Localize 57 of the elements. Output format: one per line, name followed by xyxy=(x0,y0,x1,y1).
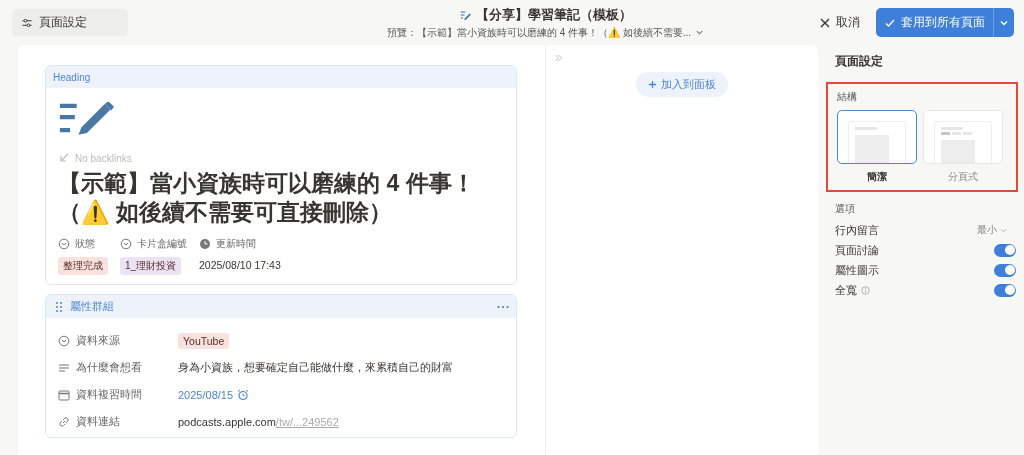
property-name: 為什麼會想看 xyxy=(76,360,142,375)
add-to-panel-button[interactable]: 加入到面板 xyxy=(636,72,728,97)
section-label: 選項 xyxy=(835,202,856,216)
property-name: 資料連結 xyxy=(76,414,120,429)
option-dropdown[interactable]: 最小 xyxy=(977,223,1008,237)
property-tag: 1_理財投資 xyxy=(120,257,182,275)
sliders-icon xyxy=(21,16,33,29)
preview-label: 預覽： xyxy=(386,25,417,40)
section-label: 結構 xyxy=(837,90,858,104)
text-lines-icon xyxy=(58,361,70,374)
property-value: 身為小資族，想要確定自己能做什麼，來累積自己的財富 xyxy=(178,360,453,375)
panel-title: 頁面設定 xyxy=(835,53,884,70)
select-icon xyxy=(120,238,132,250)
link-icon xyxy=(58,415,70,428)
option-label: 屬性圖示 xyxy=(835,262,879,278)
template-title: 【分享】學習筆記（模板） xyxy=(475,5,632,24)
preview-dropdown[interactable]: 【示範】當小資族時可以磨練的 4 件事！（⚠ 如後續不需要... xyxy=(416,25,705,40)
property-name: 資料複習時間 xyxy=(76,387,142,402)
layout-label: 分頁式 xyxy=(948,170,978,184)
group-title: 屬性群組 xyxy=(70,299,115,314)
option-label: 行內留言 xyxy=(835,222,879,238)
toggle-switch[interactable] xyxy=(994,263,1016,277)
drag-handle-icon[interactable] xyxy=(53,300,65,313)
property-tag: YouTube xyxy=(178,332,230,349)
calendar-icon xyxy=(58,388,70,401)
clock-icon xyxy=(199,238,211,250)
chevron-down-icon xyxy=(695,28,705,37)
property-value: 2025/08/10 17:43 xyxy=(199,258,281,271)
property-name: 資料來源 xyxy=(76,333,120,348)
page-title: 【示範】當小資族時可以磨練的 4 件事！ xyxy=(58,169,475,198)
info-icon[interactable] xyxy=(861,285,870,295)
property-name: 狀態 xyxy=(75,237,95,251)
plus-icon xyxy=(648,80,657,89)
property-tag: 整理完成 xyxy=(58,257,108,275)
arrow-down-left-icon xyxy=(58,152,70,164)
date-value[interactable]: 2025/08/15 xyxy=(178,388,234,401)
select-icon xyxy=(58,238,70,250)
toggle-switch[interactable] xyxy=(994,283,1016,297)
backlinks-text: No backlinks xyxy=(75,152,132,164)
page-settings-button[interactable]: 頁面設定 xyxy=(12,9,128,36)
option-label: 頁面討論 xyxy=(835,242,879,258)
link-url[interactable]: podcasts.apple.com/tw/...249562 xyxy=(178,415,339,428)
close-icon xyxy=(819,16,831,29)
toggle-switch[interactable] xyxy=(994,243,1016,257)
page-title: （⚠ 如後續不需要可直接刪除） xyxy=(58,198,393,227)
layout-option[interactable] xyxy=(837,110,917,164)
alarm-clock-icon xyxy=(237,388,250,401)
note-pencil-icon xyxy=(459,8,472,21)
note-pencil-icon xyxy=(58,102,114,136)
property-name: 卡片盒編號 xyxy=(137,237,187,251)
more-icon[interactable] xyxy=(497,304,509,309)
cancel-button[interactable]: 取消 xyxy=(813,10,866,35)
property-name: 更新時間 xyxy=(216,237,256,251)
option-label: 全寬 xyxy=(835,282,857,298)
select-icon xyxy=(58,334,70,347)
block-label: Heading xyxy=(53,71,91,83)
layout-label: 簡潔 xyxy=(867,170,887,184)
